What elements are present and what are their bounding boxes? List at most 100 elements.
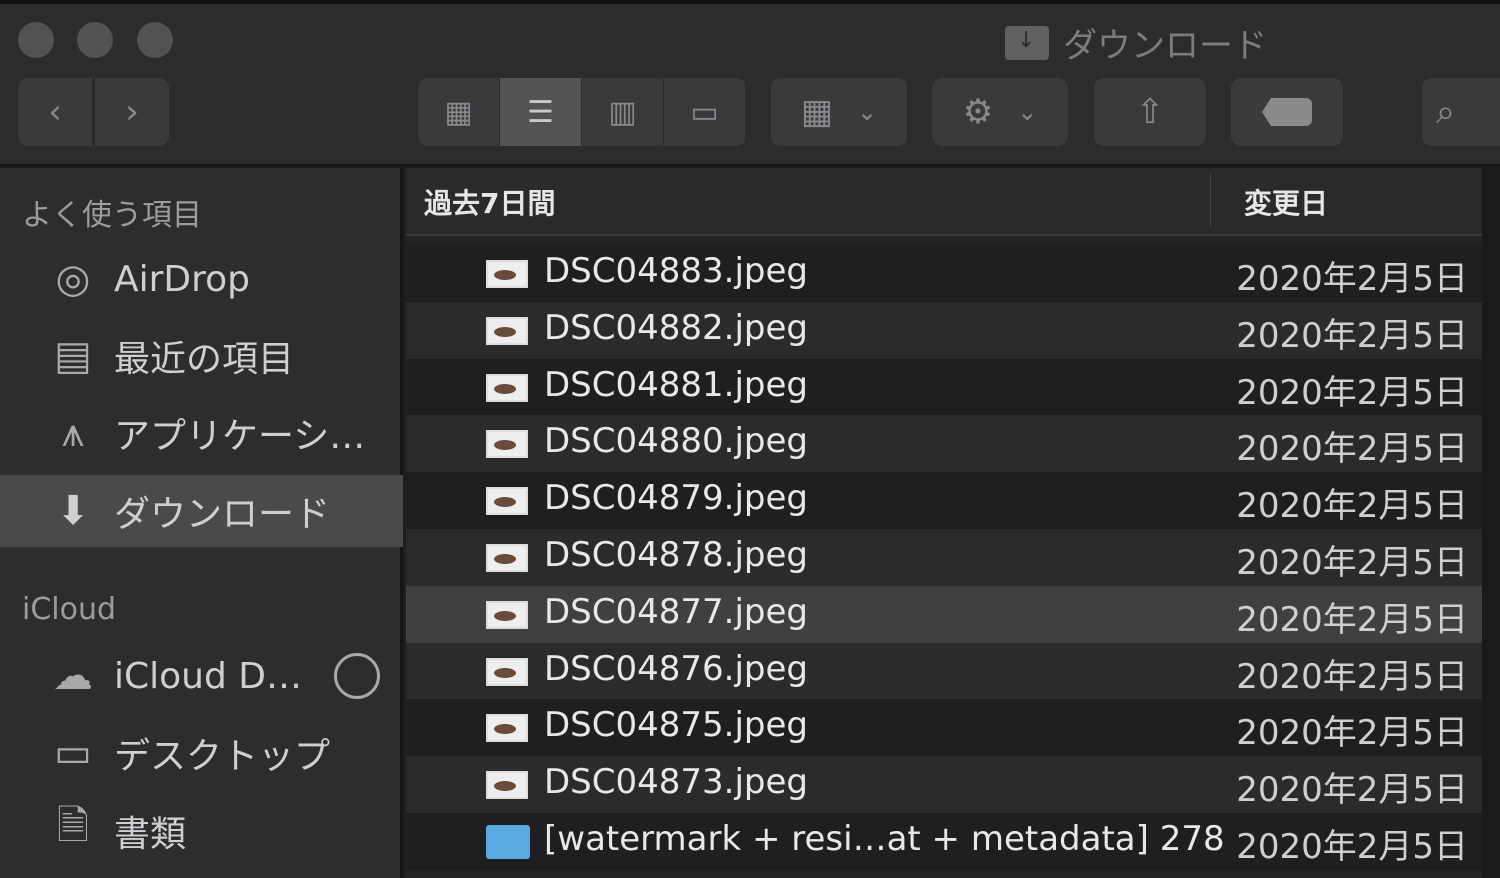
file-row[interactable]: DSC04878.jpeg 2020年2月5日 — [406, 529, 1482, 586]
file-row[interactable]: DSC04881.jpeg 2020年2月5日 — [406, 358, 1482, 416]
file-name: DSC04879.jpeg — [544, 478, 808, 519]
sidebar-item-label: 書類 — [114, 814, 187, 855]
chevron-down-icon: ⌄ — [1017, 98, 1038, 126]
documents-icon: 🗎 — [56, 803, 90, 849]
gallery-icon: ▭ — [690, 94, 719, 130]
sidebar-item-recents[interactable]: ▤ 最近の項目 — [0, 320, 403, 392]
group-icon: ▦ — [800, 92, 833, 132]
columns-icon: ▥ — [608, 94, 637, 130]
sidebar-item-icloud-drive[interactable]: ☁ iCloud D… — [0, 640, 403, 712]
gallery-view-button[interactable]: ▭ — [664, 78, 746, 146]
list-view-button[interactable]: ☰ — [500, 78, 582, 146]
sidebar-item-downloads[interactable]: ⬇ ダウンロード — [0, 475, 403, 547]
file-row[interactable]: DSC04879.jpeg 2020年2月5日 — [406, 472, 1482, 530]
favorites-heading: よく使う項目 — [22, 198, 202, 233]
airdrop-icon: ◎ — [55, 256, 91, 302]
file-date: 2020年2月5日 — [1236, 259, 1468, 299]
sidebar-item-desktop[interactable]: ▭ デスクトップ — [0, 717, 403, 789]
date-column-header[interactable]: 変更日 — [1244, 182, 1328, 222]
downloads-folder-icon — [1005, 25, 1049, 60]
file-name: DSC04882.jpeg — [544, 307, 808, 348]
file-date: 2020年2月5日 — [1236, 599, 1468, 640]
tag-icon — [1262, 98, 1312, 126]
window-title-text: ダウンロード — [1063, 26, 1267, 66]
column-divider — [1210, 174, 1211, 226]
file-name: DSC04881.jpeg — [544, 364, 808, 405]
sidebar-item-documents[interactable]: 🗎 書類 — [0, 795, 403, 867]
file-row[interactable]: DSC04876.jpeg 2020年2月5日 — [406, 642, 1482, 700]
sidebar-item-label: AirDrop — [114, 258, 251, 300]
list-header: 過去7日間 変更日 — [406, 168, 1482, 236]
file-date: 2020年2月5日 — [1236, 372, 1468, 413]
file-date: 2020年2月5日 — [1236, 770, 1468, 811]
image-thumbnail-icon — [486, 714, 528, 743]
image-thumbnail-icon — [486, 771, 528, 800]
file-date: 2020年2月5日 — [1236, 429, 1468, 470]
forward-button[interactable]: › — [95, 78, 169, 146]
image-thumbnail-icon — [486, 430, 528, 459]
scrollbar[interactable] — [1482, 168, 1500, 878]
file-name: DSC04876.jpeg — [544, 648, 808, 689]
file-date: 2020年2月5日 — [1236, 713, 1468, 754]
file-row[interactable]: DSC04883.jpeg 2020年2月5日 — [406, 245, 1482, 302]
gear-icon: ⚙ — [962, 92, 994, 132]
sync-progress-icon — [334, 653, 380, 699]
sidebar-item-applications[interactable]: ⩚ アプリケーシ… — [0, 397, 403, 469]
file-name: DSC04883.jpeg — [544, 251, 808, 291]
file-date: 2020年2月5日 — [1236, 543, 1468, 583]
file-name: DSC04880.jpeg — [544, 421, 808, 462]
chevron-down-icon: ⌄ — [857, 98, 878, 126]
sidebar: よく使う項目 ◎ AirDrop ▤ 最近の項目 ⩚ アプリケーシ… ⬇ ダウンロード … — [0, 168, 403, 878]
sidebar-item-label: ダウンロード — [114, 494, 331, 535]
sidebar-item-label: アプリケーシ… — [114, 416, 366, 457]
file-name: DSC04873.jpeg — [544, 762, 808, 803]
column-view-button[interactable]: ▥ — [582, 78, 664, 146]
recents-icon: ▤ — [54, 333, 92, 379]
share-icon: ⇧ — [1135, 92, 1165, 132]
image-thumbnail-icon — [486, 657, 528, 686]
desktop-icon: ▭ — [54, 730, 92, 776]
file-row[interactable]: DSC04880.jpeg 2020年2月5日 — [406, 415, 1482, 473]
tag-button[interactable] — [1231, 78, 1343, 146]
image-thumbnail-icon — [486, 260, 528, 288]
icon-view-button[interactable]: ▦ — [418, 78, 500, 146]
sidebar-item-label: デスクトップ — [114, 736, 331, 777]
window-title: ダウンロード — [1005, 18, 1267, 67]
chevron-left-icon: ‹ — [48, 92, 62, 132]
file-row[interactable]: DSC04882.jpeg 2020年2月5日 — [406, 301, 1482, 359]
toolbar: ダウンロード ‹ › ▦ ☰ ▥ ▭ ▦⌄ ⚙⌄ ⇧ ⌕ — [0, 4, 1500, 166]
zoom-button[interactable] — [137, 22, 173, 58]
image-thumbnail-icon — [486, 316, 528, 345]
image-thumbnail-icon — [486, 373, 528, 402]
close-button[interactable] — [18, 22, 54, 58]
file-list: 過去7日間 変更日 DSC04883.jpeg 2020年2月5日 DSC04882… — [406, 168, 1482, 878]
grid-icon: ▦ — [444, 94, 473, 130]
sidebar-item-airdrop[interactable]: ◎ AirDrop — [0, 243, 403, 315]
file-row[interactable]: [watermark + resi…at + metadata] 278 2020… — [406, 813, 1482, 870]
group-button[interactable]: ▦ ⌄ — [771, 78, 907, 146]
back-button[interactable]: ‹ — [18, 78, 92, 146]
cloud-icon: ☁ — [53, 653, 93, 699]
action-button[interactable]: ⚙ ⌄ — [932, 78, 1068, 146]
search-field[interactable]: ⌕ — [1422, 78, 1500, 146]
minimize-button[interactable] — [77, 22, 113, 58]
folder-icon — [486, 825, 530, 859]
file-name: [watermark + resi…at + metadata] 278 — [544, 819, 1225, 859]
file-date: 2020年2月5日 — [1236, 315, 1468, 356]
image-thumbnail-icon — [486, 600, 528, 629]
file-date: 2020年2月5日 — [1236, 656, 1468, 697]
chevron-right-icon: › — [125, 92, 139, 132]
image-thumbnail-icon — [486, 544, 528, 572]
file-date: 2020年2月5日 — [1236, 827, 1468, 867]
view-switcher: ▦ ☰ ▥ ▭ — [418, 78, 746, 146]
icloud-heading: iCloud — [22, 592, 117, 627]
group-header: 過去7日間 — [424, 187, 556, 220]
file-row[interactable]: DSC04873.jpeg 2020年2月5日 — [406, 756, 1482, 814]
file-row[interactable]: DSC04877.jpeg 2020年2月5日 — [406, 585, 1482, 643]
downloads-icon: ⬇ — [56, 488, 90, 534]
file-row[interactable]: DSC04875.jpeg 2020年2月5日 — [406, 699, 1482, 757]
file-name: DSC04878.jpeg — [544, 535, 808, 575]
list-icon: ☰ — [527, 94, 554, 130]
search-icon: ⌕ — [1436, 92, 1456, 132]
share-button[interactable]: ⇧ — [1094, 78, 1206, 146]
